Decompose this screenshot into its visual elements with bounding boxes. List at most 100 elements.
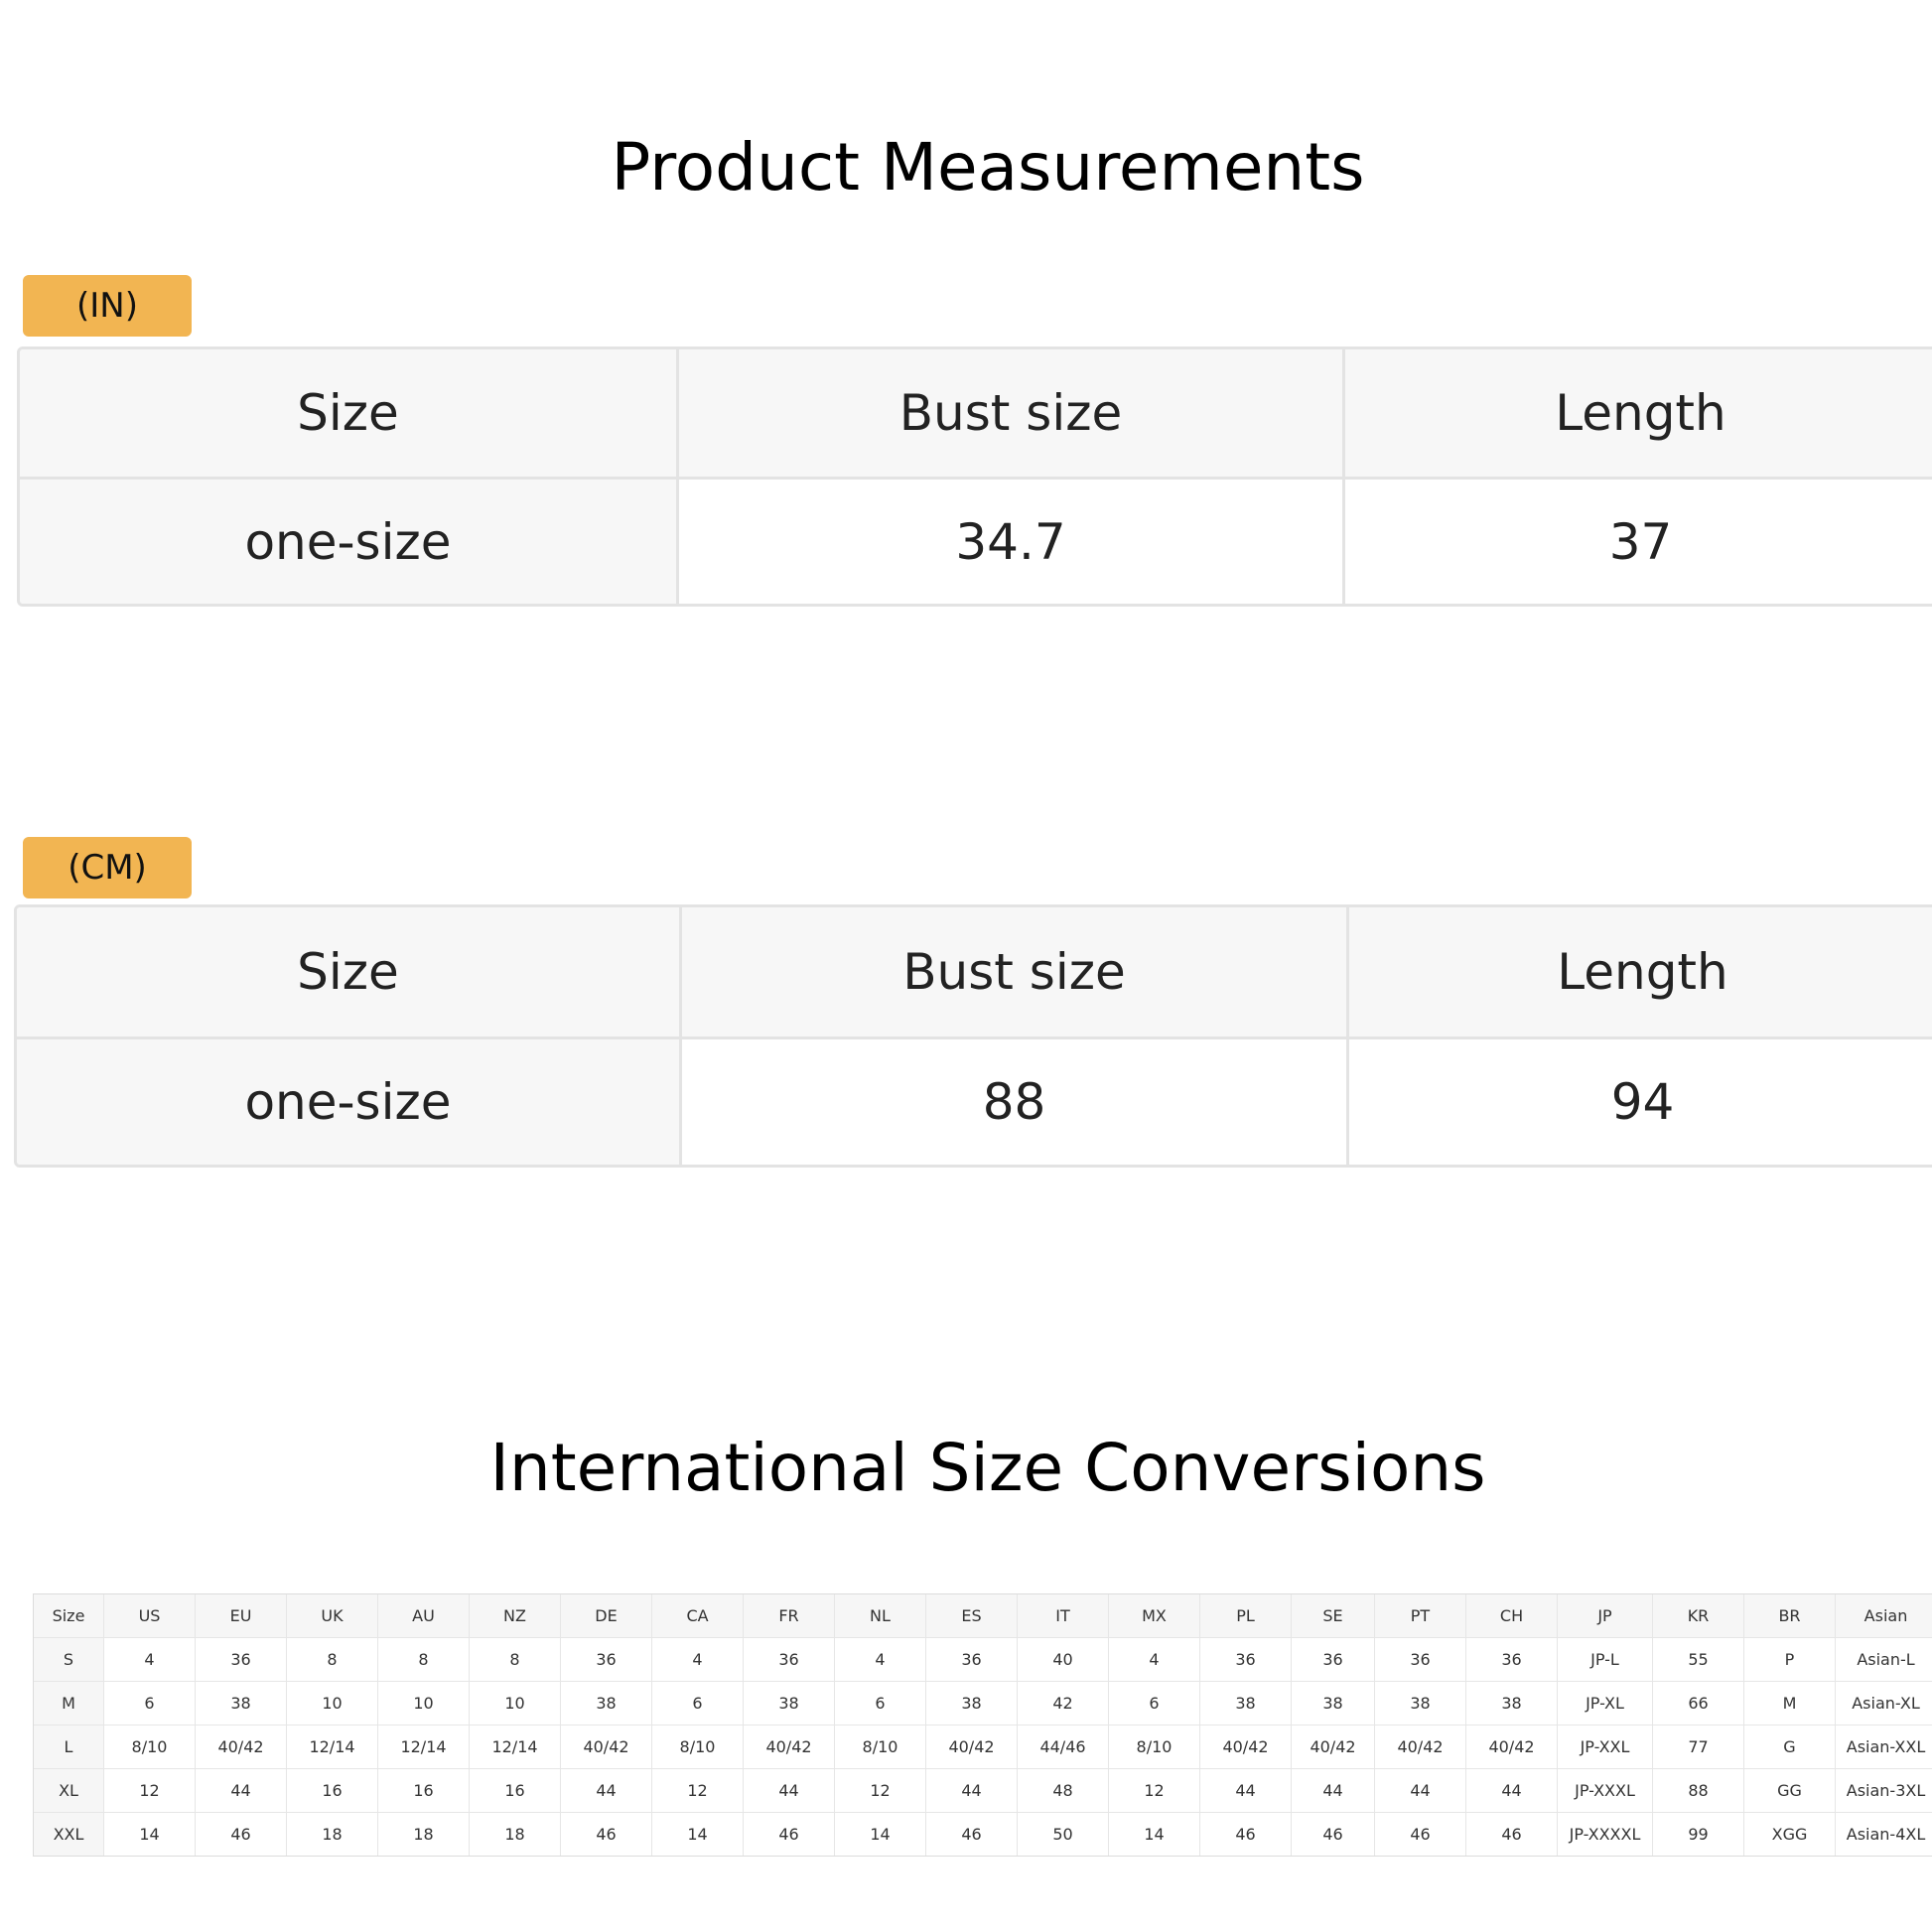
- table-cell: Asian-4XL: [1835, 1812, 1932, 1857]
- table-cell: 44: [1291, 1768, 1375, 1813]
- table-cell: 38: [1374, 1681, 1466, 1725]
- table-cell: 77: [1652, 1725, 1744, 1769]
- header-cell: Asian: [1835, 1593, 1932, 1638]
- table-cell: XXL: [33, 1812, 104, 1857]
- table-cell: 40/42: [1291, 1725, 1375, 1769]
- table-cell: 46: [743, 1812, 835, 1857]
- table-row: one-size 34.7 37: [20, 477, 1932, 604]
- table-cell: 14: [103, 1812, 196, 1857]
- table-cell: 18: [377, 1812, 470, 1857]
- measurements-table-inches: Size Bust size Length one-size 34.7 37: [17, 346, 1932, 607]
- table-cell: 44: [925, 1768, 1018, 1813]
- table-cell: 44: [1374, 1768, 1466, 1813]
- table-cell: Asian-L: [1835, 1637, 1932, 1682]
- section-title-international: International Size Conversions: [489, 1430, 1486, 1506]
- header-cell: FR: [743, 1593, 835, 1638]
- table-cell: 4: [103, 1637, 196, 1682]
- table-cell: 36: [1374, 1637, 1466, 1682]
- table-cell: 66: [1652, 1681, 1744, 1725]
- header-cell: AU: [377, 1593, 470, 1638]
- table-row: XL 12 44 16 16 16 44 12 44 12 44 48 12 44 44 44 44 JP-XXX…: [33, 1768, 1932, 1813]
- table-cell: 40: [1017, 1637, 1109, 1682]
- table-cell: 4: [651, 1637, 744, 1682]
- table-cell: 4: [834, 1637, 926, 1682]
- table-cell: 16: [286, 1768, 378, 1813]
- table-cell: 8: [469, 1637, 561, 1682]
- table-cell: G: [1743, 1725, 1836, 1769]
- table-cell: Asian-XL: [1835, 1681, 1932, 1725]
- table-cell: M: [1743, 1681, 1836, 1725]
- table-cell: 38: [560, 1681, 652, 1725]
- table-cell: 88: [1652, 1768, 1744, 1813]
- header-cell: SE: [1291, 1593, 1375, 1638]
- table-cell: 16: [377, 1768, 470, 1813]
- table-cell: XGG: [1743, 1812, 1836, 1857]
- table-cell: 44: [560, 1768, 652, 1813]
- header-cell-bust: Bust size: [676, 349, 1342, 477]
- table-cell: 44: [195, 1768, 287, 1813]
- header-cell: MX: [1108, 1593, 1200, 1638]
- table-cell: 8: [377, 1637, 470, 1682]
- page-title: Product Measurements: [611, 129, 1365, 206]
- table-cell: 36: [743, 1637, 835, 1682]
- table-cell: 46: [1465, 1812, 1558, 1857]
- table-cell: 46: [195, 1812, 287, 1857]
- table-cell: 46: [1199, 1812, 1292, 1857]
- table-cell: 40/42: [560, 1725, 652, 1769]
- table-cell: 38: [195, 1681, 287, 1725]
- header-cell: CH: [1465, 1593, 1558, 1638]
- table-cell: Asian-3XL: [1835, 1768, 1932, 1813]
- table-cell: 40/42: [743, 1725, 835, 1769]
- table-cell: 6: [651, 1681, 744, 1725]
- header-cell: NL: [834, 1593, 926, 1638]
- table-row: L 8/10 40/42 12/14 12/14 12/14 40/42 8/10 40/42 8…: [33, 1725, 1932, 1769]
- table-cell: 10: [469, 1681, 561, 1725]
- header-cell-size: Size: [20, 349, 676, 477]
- table-cell: 36: [1291, 1637, 1375, 1682]
- table-cell: P: [1743, 1637, 1836, 1682]
- table-cell: 14: [651, 1812, 744, 1857]
- header-cell: ES: [925, 1593, 1018, 1638]
- unit-badge-centimeters: (CM): [23, 837, 192, 898]
- header-cell-bust: Bust size: [679, 907, 1346, 1036]
- header-cell: US: [103, 1593, 196, 1638]
- header-cell: IT: [1017, 1593, 1109, 1638]
- header-cell: DE: [560, 1593, 652, 1638]
- table-cell: 10: [377, 1681, 470, 1725]
- table-cell: 46: [1374, 1812, 1466, 1857]
- table-cell: 38: [925, 1681, 1018, 1725]
- table-cell: 12/14: [286, 1725, 378, 1769]
- header-cell: NZ: [469, 1593, 561, 1638]
- cell-size: one-size: [20, 480, 676, 604]
- table-row: M 6 38 10 10 10 38 6 38 6 38 42 6 38 38 38 38 JP-XL 66 M Asi…: [33, 1681, 1932, 1725]
- table-header-row: Size US EU UK AU NZ DE CA FR NL ES IT MX PL SE PT CH JP KR…: [33, 1593, 1932, 1638]
- header-cell: Size: [33, 1593, 104, 1638]
- table-cell: JP-XXXL: [1557, 1768, 1653, 1813]
- table-cell: 40/42: [1199, 1725, 1292, 1769]
- size-conversion-table: Size US EU UK AU NZ DE CA FR NL ES IT MX PL SE PT CH JP KR…: [33, 1593, 1932, 1857]
- table-cell: 50: [1017, 1812, 1109, 1857]
- table-cell: 46: [560, 1812, 652, 1857]
- table-header-row: Size Bust size Length: [17, 907, 1932, 1036]
- measurements-table-centimeters: Size Bust size Length one-size 88 94: [14, 904, 1932, 1168]
- table-cell: 6: [103, 1681, 196, 1725]
- table-cell: 6: [834, 1681, 926, 1725]
- table-cell: JP-XXL: [1557, 1725, 1653, 1769]
- table-row: S 4 36 8 8 8 36 4 36 4 36 40 4 36 36 36 36 JP-L 55 P Asian-L: [33, 1637, 1932, 1682]
- table-cell: 12: [651, 1768, 744, 1813]
- table-cell: 40/42: [1465, 1725, 1558, 1769]
- header-cell-length: Length: [1342, 349, 1932, 477]
- cell-size: one-size: [17, 1038, 679, 1165]
- table-cell: JP-XXXXL: [1557, 1812, 1653, 1857]
- header-cell-size: Size: [17, 907, 679, 1036]
- table-cell: GG: [1743, 1768, 1836, 1813]
- header-cell: PL: [1199, 1593, 1292, 1638]
- table-cell: 12: [103, 1768, 196, 1813]
- table-cell: XL: [33, 1768, 104, 1813]
- table-cell: 10: [286, 1681, 378, 1725]
- table-cell: 36: [195, 1637, 287, 1682]
- table-cell: 36: [560, 1637, 652, 1682]
- table-cell: 38: [743, 1681, 835, 1725]
- table-cell: JP-L: [1557, 1637, 1653, 1682]
- header-cell: JP: [1557, 1593, 1653, 1638]
